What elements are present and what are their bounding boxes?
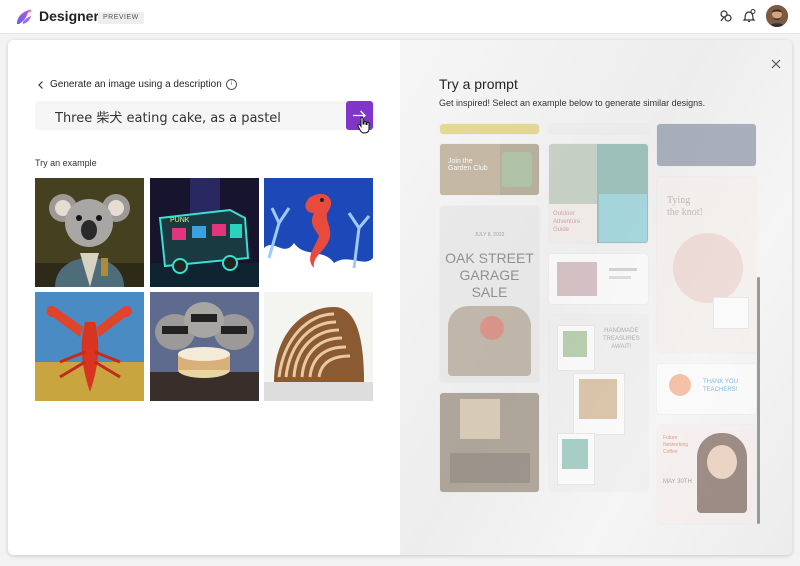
back-button[interactable]: Generate an image using a description i xyxy=(36,79,237,90)
template-card-networking-coffee[interactable]: Future Networking Coffee MAY 30TH xyxy=(657,425,756,524)
oak-street-line: OAK STREET xyxy=(445,250,534,266)
template-card-tying-knot[interactable]: Tying the knot! xyxy=(657,177,756,353)
hand-cursor-icon xyxy=(357,116,370,134)
example-raccoons-cake[interactable] xyxy=(150,292,259,401)
example-wood-sculpture[interactable] xyxy=(264,292,373,401)
template-card-handmade-treasures[interactable]: HANDMADE TREASURES AWAIT! xyxy=(549,315,648,491)
template-card-living-room[interactable] xyxy=(440,393,539,492)
oak-street-line: GARAGE SALE xyxy=(459,267,520,300)
outdoor-line: Outdoor xyxy=(553,211,575,217)
generate-pane: Generate an image using a description i … xyxy=(8,40,400,555)
networking-line: Future xyxy=(663,435,678,441)
template-card[interactable] xyxy=(549,124,648,134)
app-title: Designer xyxy=(39,8,99,24)
info-icon[interactable]: i xyxy=(225,79,237,90)
close-icon[interactable] xyxy=(770,58,782,70)
prompt-field[interactable] xyxy=(35,101,373,130)
template-card-garden-club[interactable]: Join the Garden Club xyxy=(440,144,539,195)
example-food-truck[interactable]: PUNK xyxy=(150,178,259,287)
chevron-left-icon xyxy=(38,80,43,89)
share-icon[interactable] xyxy=(718,8,734,24)
template-card-garage-sale[interactable]: JULY 8, 2023 OAK STREET GARAGE SALE xyxy=(440,206,539,382)
outdoor-line: Guide xyxy=(553,227,570,233)
thank-you-line: THANK YOU xyxy=(703,379,738,385)
svg-text:PUNK: PUNK xyxy=(170,217,190,224)
try-prompt-subtitle: Get inspired! Select an example below to… xyxy=(439,98,706,108)
example-lobster[interactable] xyxy=(35,292,144,401)
tying-line: Tying xyxy=(667,195,691,206)
template-card-thank-teachers[interactable]: THANK YOU TEACHERS! xyxy=(657,364,756,414)
back-label: Generate an image using a description xyxy=(50,79,222,90)
scrollbar-thumb[interactable] xyxy=(757,277,760,524)
garden-club-line: Join the xyxy=(448,158,473,165)
top-bar: Designer PREVIEW xyxy=(0,0,800,34)
outdoor-line: Adventure xyxy=(553,219,581,225)
template-card-outdoor-adventure[interactable]: Outdoor Adventure Guide xyxy=(549,144,648,243)
user-avatar[interactable] xyxy=(766,5,788,27)
preview-badge: PREVIEW xyxy=(98,12,144,24)
handmade-line: HANDMADE xyxy=(604,328,639,334)
notification-icon[interactable] xyxy=(741,8,757,24)
oak-street-date: JULY 8, 2023 xyxy=(474,232,505,238)
designer-logo-icon xyxy=(17,9,31,24)
example-heading: Try an example xyxy=(35,158,97,168)
prompt-input[interactable] xyxy=(53,108,347,125)
example-koala[interactable] xyxy=(35,178,144,287)
try-prompt-title: Try a prompt xyxy=(439,76,518,92)
template-card-photo[interactable] xyxy=(549,254,648,304)
generate-image-dialog: Generate an image using a description i … xyxy=(8,40,792,555)
may-date: MAY 30TH xyxy=(663,479,692,485)
tying-line: the knot! xyxy=(667,207,703,218)
handmade-line: AWAIT! xyxy=(611,344,632,350)
networking-line: Coffee xyxy=(663,449,678,455)
garden-club-line: Garden Club xyxy=(448,165,488,172)
networking-line: Networking xyxy=(663,442,689,448)
thank-you-line: TEACHERS! xyxy=(703,387,738,393)
template-card-dark[interactable] xyxy=(657,124,756,166)
try-prompt-pane: Try a prompt Get inspired! Select an exa… xyxy=(400,40,792,555)
template-card[interactable] xyxy=(440,124,539,134)
example-seahorse[interactable] xyxy=(264,178,373,287)
handmade-line: TREASURES xyxy=(603,336,640,342)
